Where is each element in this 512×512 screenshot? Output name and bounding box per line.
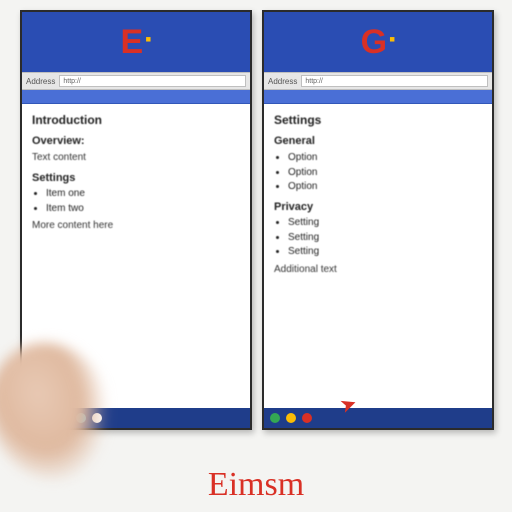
logo-accent-icon: ▪: [145, 29, 151, 62]
right-monitor: G ▪ Address http:// Settings General Opt…: [262, 10, 494, 430]
page-paragraph: Text content: [32, 151, 240, 165]
logo-accent-icon: ▪: [389, 29, 395, 62]
left-titlebar: E ▪: [22, 12, 250, 72]
left-logo: E ▪: [120, 23, 151, 62]
page-subheading: Privacy: [274, 200, 482, 215]
address-input[interactable]: http://: [301, 75, 488, 87]
left-page-content: Introduction Overview: Text content Sett…: [22, 104, 250, 408]
logo-letter: E: [120, 23, 143, 62]
taskbar-icon[interactable]: [76, 413, 86, 423]
taskbar-icon[interactable]: [92, 413, 102, 423]
left-taskbar[interactable]: [22, 408, 250, 428]
left-address-bar[interactable]: Address http://: [22, 72, 250, 90]
right-logo: G ▪: [361, 23, 396, 62]
right-toolbar: [264, 90, 492, 104]
caption-text: Eimsm: [0, 466, 512, 504]
right-taskbar[interactable]: [264, 408, 492, 428]
list-item: Option: [288, 151, 482, 165]
right-page-content: Settings General Option Option Option Pr…: [264, 104, 492, 408]
page-heading: Settings: [274, 112, 482, 128]
taskbar-icon[interactable]: [60, 413, 70, 423]
left-toolbar: [22, 90, 250, 104]
page-subheading: Overview:: [32, 134, 240, 149]
list-item: Setting: [288, 245, 482, 259]
address-label: Address: [268, 77, 297, 86]
right-address-bar[interactable]: Address http://: [264, 72, 492, 90]
list-item: Item one: [46, 187, 240, 201]
taskbar-icon[interactable]: [44, 413, 54, 423]
taskbar-icon[interactable]: [302, 413, 312, 423]
page-heading: Introduction: [32, 112, 240, 128]
address-label: Address: [26, 77, 55, 86]
page-list: Option Option Option: [288, 151, 482, 194]
left-monitor: E ▪ Address http:// Introduction Overvie…: [20, 10, 252, 430]
list-item: Item two: [46, 202, 240, 216]
page-paragraph: More content here: [32, 219, 240, 233]
page-subheading: General: [274, 134, 482, 149]
taskbar-icon[interactable]: [28, 413, 38, 423]
list-item: Option: [288, 166, 482, 180]
list-item: Setting: [288, 216, 482, 230]
page-subheading: Settings: [32, 171, 240, 186]
page-list: Item one Item two: [46, 187, 240, 215]
address-input[interactable]: http://: [59, 75, 246, 87]
taskbar-icon[interactable]: [286, 413, 296, 423]
taskbar-icon[interactable]: [270, 413, 280, 423]
list-item: Option: [288, 180, 482, 194]
list-item: Setting: [288, 231, 482, 245]
page-list: Setting Setting Setting: [288, 216, 482, 259]
logo-letter: G: [361, 23, 387, 62]
page-paragraph: Additional text: [274, 263, 482, 277]
right-titlebar: G ▪: [264, 12, 492, 72]
